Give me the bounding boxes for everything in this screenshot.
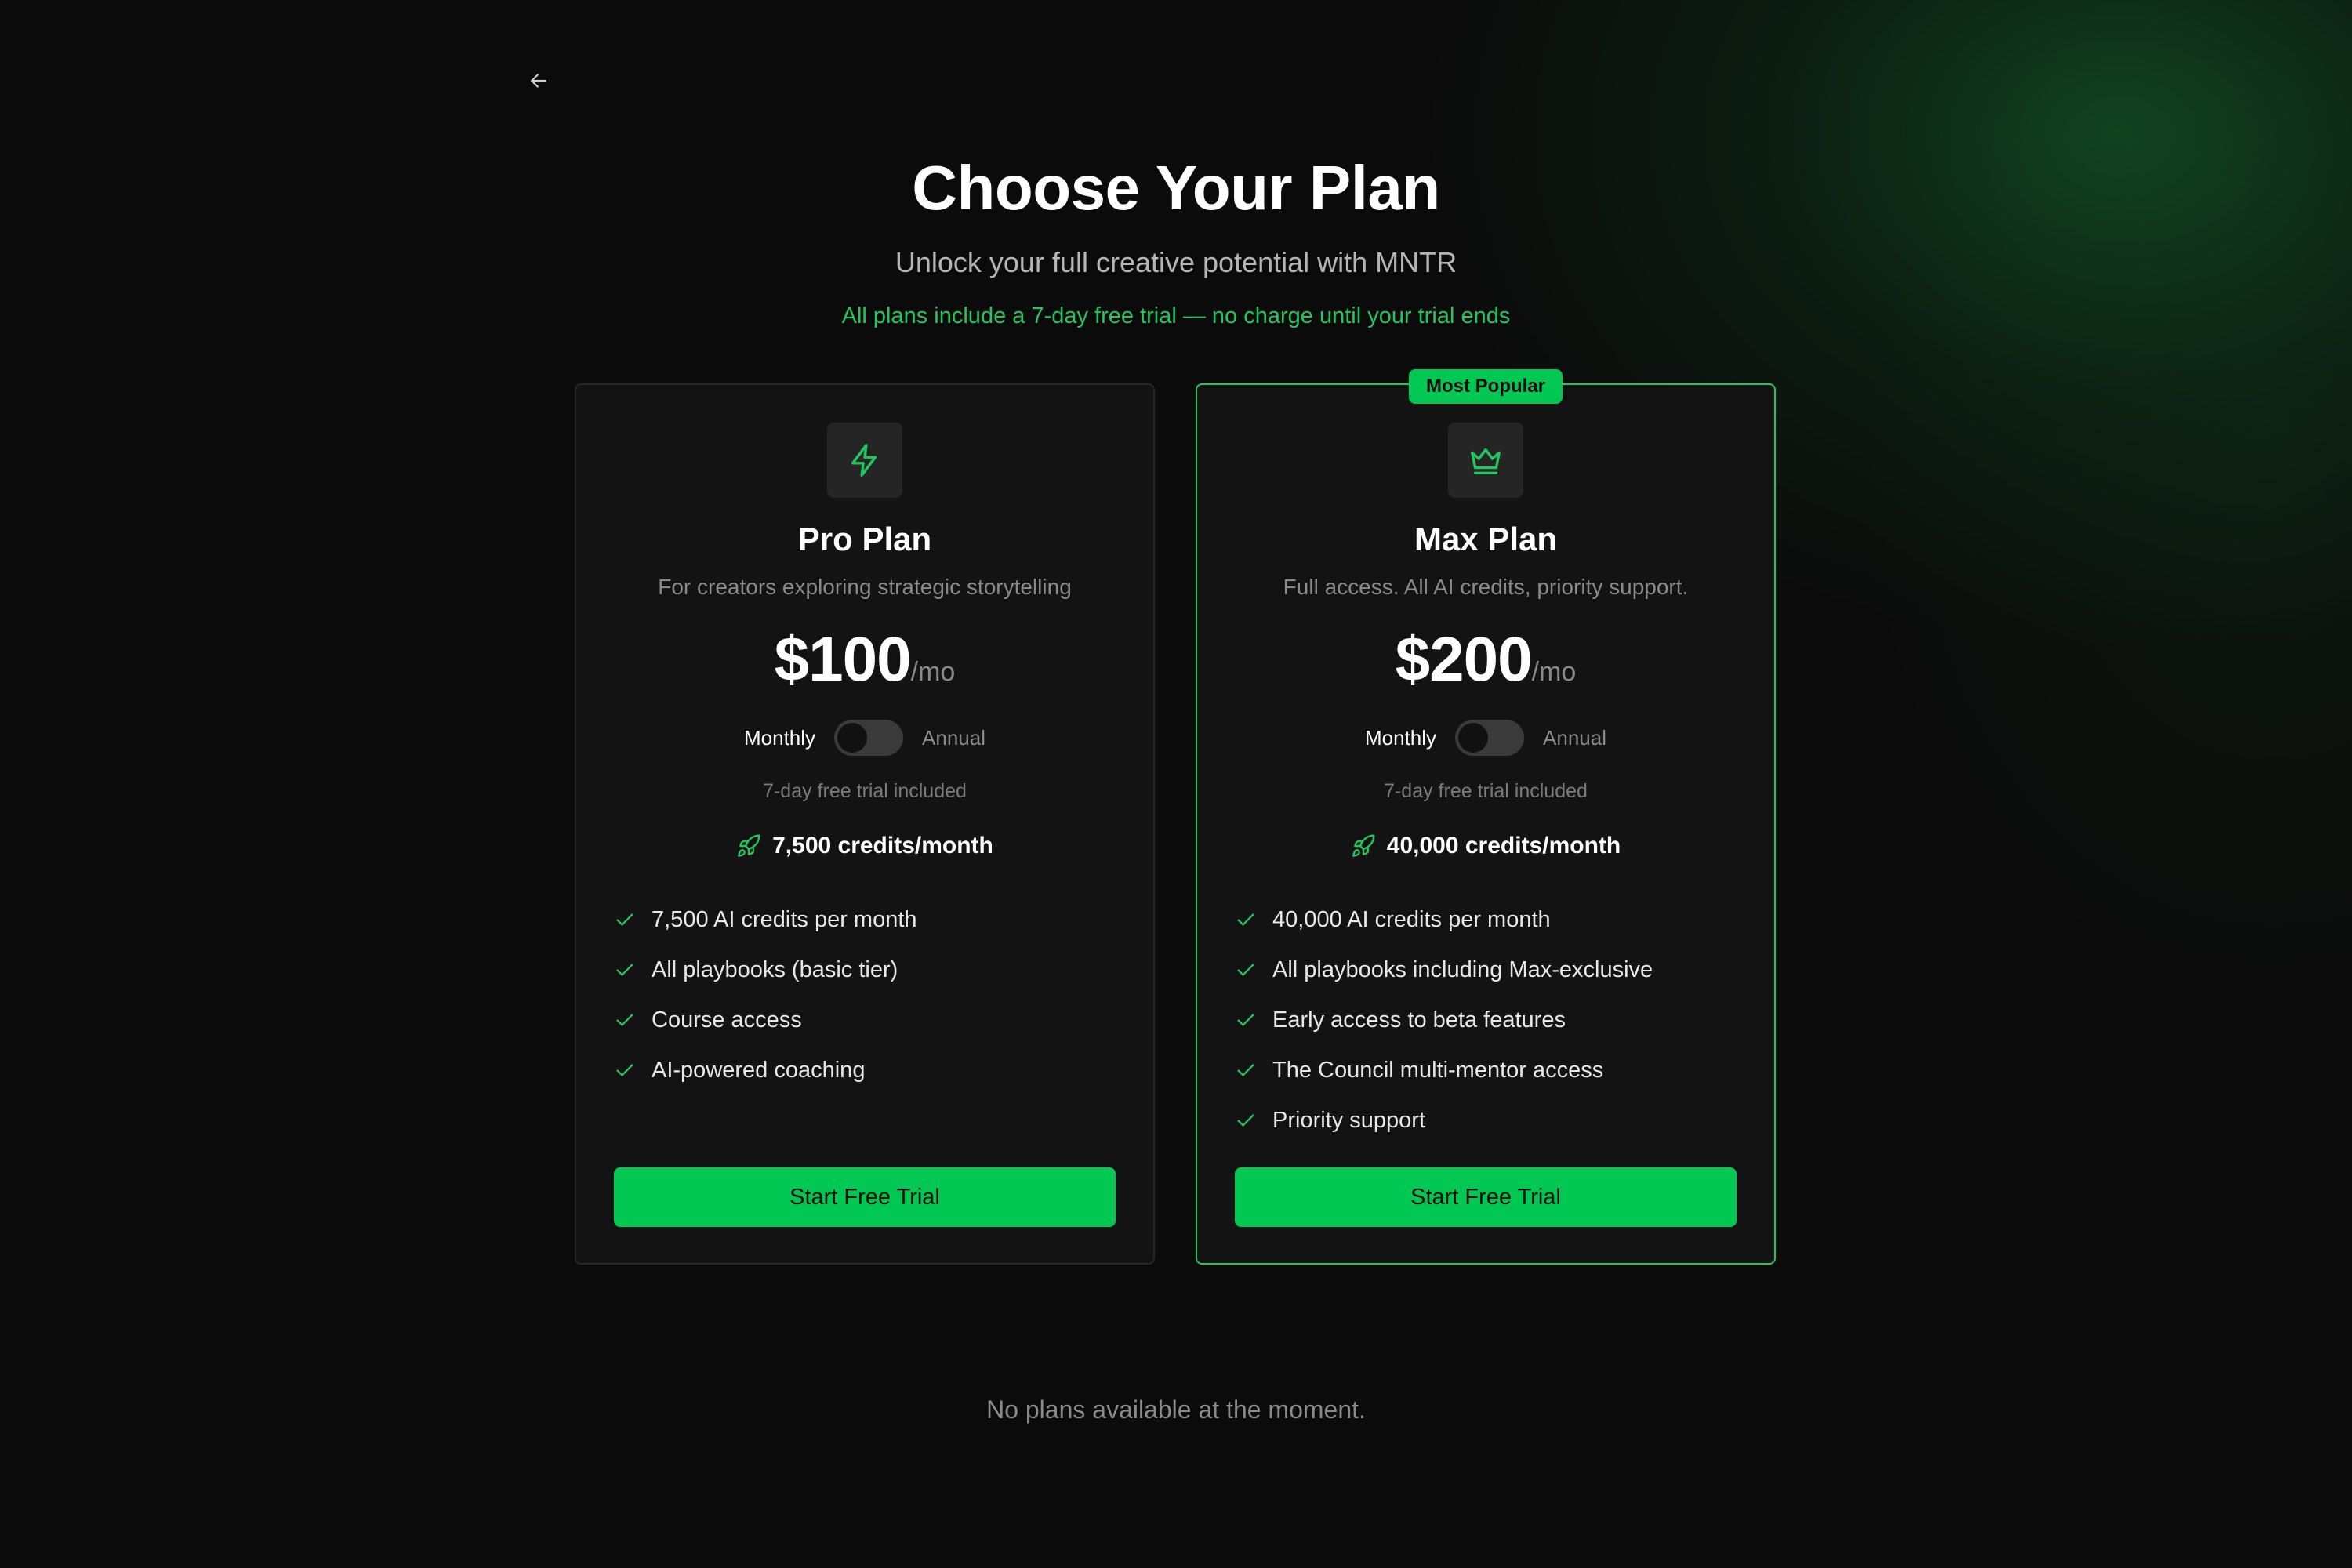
toggle-label-monthly[interactable]: Monthly: [744, 726, 815, 750]
check-icon: [616, 964, 633, 976]
trial-notice: All plans include a 7-day free trial — n…: [841, 303, 1511, 328]
plan-name: Max Plan: [1414, 521, 1558, 557]
feature-item: All playbooks including Max-exclusive: [1235, 945, 1743, 995]
plan-description: For creators exploring strategic storyte…: [658, 575, 1072, 599]
feature-text: 40,000 AI credits per month: [1272, 906, 1551, 932]
billing-toggle-row: Monthly Annual: [576, 717, 1153, 758]
feature-list: 40,000 AI credits per month All playbook…: [1235, 895, 1743, 1145]
arrow-left-icon: [531, 74, 546, 88]
plan-card-max: Most Popular Max Plan Full access. All A…: [1196, 369, 1776, 1265]
credits-text: 40,000 credits/month: [1386, 833, 1621, 858]
trial-included-text: 7-day free trial included: [1384, 780, 1588, 802]
crown-icon: [1471, 448, 1501, 475]
credits-row: 7,500 credits/month: [576, 830, 1153, 862]
credits-text: 7,500 credits/month: [772, 833, 993, 858]
check-icon: [616, 1014, 633, 1026]
toggle-label-monthly[interactable]: Monthly: [1365, 726, 1436, 750]
back-button[interactable]: [519, 61, 558, 100]
feature-item: Course access: [614, 995, 1122, 1045]
feature-item: Early access to beta features: [1235, 995, 1743, 1045]
plan-name: Pro Plan: [797, 521, 932, 557]
rocket-icon: [1352, 834, 1375, 857]
plan-icon-container: [1448, 423, 1523, 498]
empty-state-message: No plans available at the moment.: [986, 1396, 1366, 1424]
check-icon: [1237, 1114, 1254, 1127]
feature-text: All playbooks (basic tier): [652, 956, 898, 982]
plan-card-pro: Pro Plan For creators exploring strategi…: [575, 383, 1155, 1265]
check-icon: [1237, 1014, 1254, 1026]
feature-item: The Council multi-mentor access: [1235, 1045, 1743, 1095]
trial-included-text: 7-day free trial included: [763, 780, 967, 802]
toggle-knob: [1458, 723, 1489, 753]
page-header: Choose Your Plan Unlock your full creati…: [0, 149, 2352, 331]
feature-text: 7,500 AI credits per month: [652, 906, 917, 932]
feature-item: 7,500 AI credits per month: [614, 895, 1122, 945]
billing-period-toggle[interactable]: [1455, 720, 1525, 756]
feature-item: Priority support: [1235, 1095, 1743, 1145]
feature-item: AI-powered coaching: [614, 1045, 1122, 1095]
feature-list: 7,500 AI credits per month All playbooks…: [614, 895, 1122, 1095]
price-row: $100/mo: [576, 620, 1153, 717]
check-icon: [1237, 964, 1254, 976]
credits-row: 40,000 credits/month: [1197, 830, 1774, 862]
start-free-trial-button[interactable]: Start Free Trial: [614, 1167, 1116, 1227]
check-icon: [1237, 1064, 1254, 1076]
feature-text: Course access: [652, 1007, 802, 1033]
page-title: Choose Your Plan: [912, 153, 1440, 223]
plan-price: $100: [774, 624, 912, 694]
plan-icon-container: [827, 423, 902, 498]
toggle-label-annual[interactable]: Annual: [1543, 726, 1606, 750]
billing-period-toggle[interactable]: [834, 720, 904, 756]
price-unit: /mo: [1531, 657, 1577, 687]
toggle-label-annual[interactable]: Annual: [922, 726, 985, 750]
feature-text: AI-powered coaching: [652, 1057, 866, 1083]
plan-description: Full access. All AI credits, priority su…: [1283, 575, 1689, 599]
check-icon: [616, 1064, 633, 1076]
billing-toggle-row: Monthly Annual: [1197, 717, 1774, 758]
feature-text: All playbooks including Max-exclusive: [1272, 956, 1653, 982]
price-row: $200/mo: [1197, 620, 1774, 717]
check-icon: [1237, 913, 1254, 926]
feature-text: Early access to beta features: [1272, 1007, 1566, 1033]
feature-text: Priority support: [1272, 1107, 1426, 1133]
most-popular-badge: Most Popular: [1408, 369, 1563, 404]
plan-price: $200: [1395, 624, 1533, 694]
page-subtitle: Unlock your full creative potential with…: [895, 246, 1457, 278]
feature-item: All playbooks (basic tier): [614, 945, 1122, 995]
lightning-icon: [851, 444, 877, 477]
toggle-knob: [837, 723, 868, 753]
price-unit: /mo: [910, 657, 956, 687]
check-icon: [616, 913, 633, 926]
start-free-trial-button[interactable]: Start Free Trial: [1235, 1167, 1737, 1227]
rocket-icon: [738, 834, 760, 857]
feature-text: The Council multi-mentor access: [1272, 1057, 1604, 1083]
feature-item: 40,000 AI credits per month: [1235, 895, 1743, 945]
